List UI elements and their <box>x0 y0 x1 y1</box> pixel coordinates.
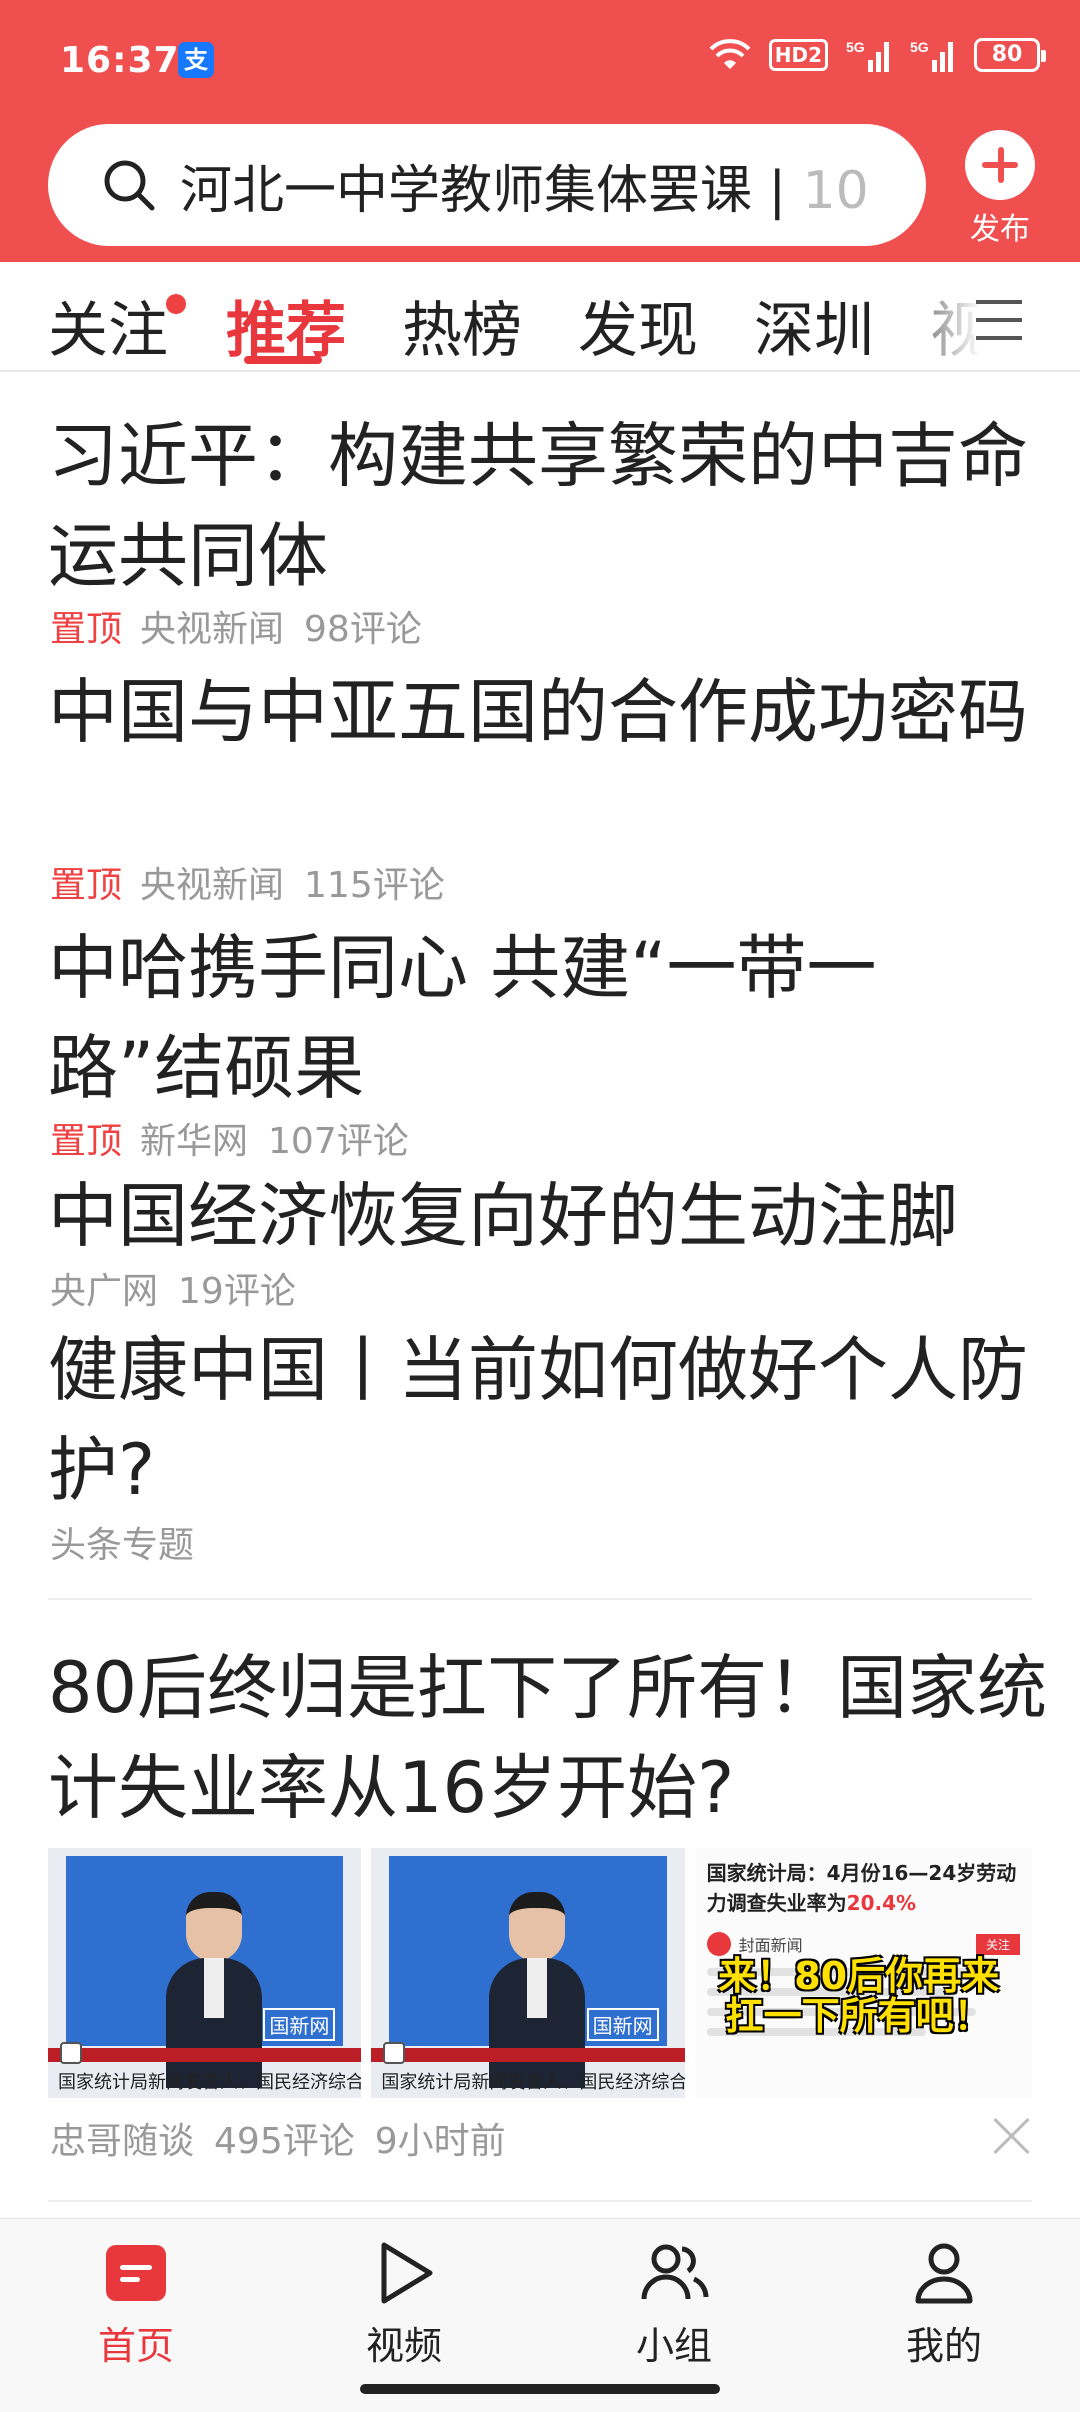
thumbnail-image-2: 国新网 国家统计局新闻发言人、国民经济综合统计司 <box>371 1848 685 2098</box>
tab-shenzhen[interactable]: 深圳 <box>754 282 874 369</box>
svg-text:5G: 5G <box>910 39 929 55</box>
nav-group[interactable]: 小组 <box>594 2237 754 2370</box>
status-time: 16:37 <box>60 40 180 81</box>
feed-comments: 19评论 <box>178 1271 296 1312</box>
nav-profile[interactable]: 我的 <box>864 2237 1024 2370</box>
feed-source: 央广网 <box>50 1271 159 1312</box>
feed-divider <box>48 1598 1032 1600</box>
feed-comments: 107评论 <box>268 1121 409 1162</box>
signal-5g-icon: 5G <box>846 39 889 72</box>
feed-comments: 115评论 <box>304 865 445 906</box>
press-logo: 国新网 <box>586 2008 659 2041</box>
copy-icon <box>383 2042 406 2064</box>
article-source: 忠哥随谈 <box>50 2121 195 2162</box>
thumbnail-image-3: 国家统计局：4月份16—24岁劳动力调查失业率为20.4% 封面新闻 关注 来！… <box>694 1848 1032 2098</box>
nav-group-label: 小组 <box>635 2324 712 2368</box>
battery-icon: 80 <box>974 38 1046 72</box>
plus-icon <box>965 130 1035 200</box>
feed-meta-1: 置顶 央视新闻 98评论 <box>50 600 442 652</box>
play-icon <box>368 2237 440 2309</box>
bottom-navigation: 首页 视频 小组 我的 <box>0 2218 1080 2412</box>
notification-dot <box>166 294 186 314</box>
feed-source: 央视新闻 <box>140 865 285 906</box>
alipay-icon: 支 <box>178 42 214 78</box>
feed-title-4[interactable]: 中国经济恢复向好的生动注脚 <box>48 1166 1048 1266</box>
doc-title: 国家统计局：4月份16—24岁劳动力调查失业率为20.4% <box>707 1858 1020 1918</box>
home-indicator[interactable] <box>360 2384 720 2394</box>
wifi-icon <box>709 39 751 69</box>
doc-source-name: 封面新闻 <box>738 1936 803 1955</box>
status-bar: 16:37 支 HD2 5G 5G 80 <box>0 0 1080 118</box>
article-comments: 495评论 <box>214 2121 355 2162</box>
channel-tabs: 关注 推荐 热榜 发现 深圳 视 <box>0 262 1080 372</box>
search-query: 河北一中学教师集体罢课 | 10 <box>180 148 869 223</box>
thumbnail-caption: 国家统计局新闻发言人、国民经济综合统计司 <box>58 2072 362 2093</box>
desk <box>371 2048 685 2062</box>
search-bar[interactable]: 河北一中学教师集体罢课 | 10 <box>48 124 926 246</box>
feed-meta-3: 置顶 新华网 107评论 <box>50 1112 429 1164</box>
tab-hot[interactable]: 热榜 <box>402 282 522 369</box>
feed-source: 头条专题 <box>50 1525 195 1566</box>
pinned-label: 置顶 <box>50 865 123 906</box>
active-tab-indicator <box>244 356 322 364</box>
svg-text:5G: 5G <box>846 39 865 55</box>
user-icon <box>908 2237 980 2309</box>
feed-source: 新华网 <box>140 1121 249 1162</box>
tab-discover[interactable]: 发现 <box>578 282 698 369</box>
publish-label: 发布 <box>970 212 1030 247</box>
search-query-text: 河北一中学教师集体罢课 | <box>180 160 803 221</box>
nav-home-label: 首页 <box>97 2324 174 2368</box>
press-logo: 国新网 <box>263 2008 336 2041</box>
feed-comments: 98评论 <box>304 609 422 650</box>
doc-title-highlight: 20.4% <box>846 1891 917 1915</box>
article-time: 9小时前 <box>374 2121 506 2162</box>
feed-title-3[interactable]: 中哈携手同心 共建“一带一路”结硕果 <box>48 918 1048 1118</box>
feed-meta-2: 置顶 央视新闻 115评论 <box>50 856 465 908</box>
pinned-label: 置顶 <box>50 1121 123 1162</box>
feed-title-1[interactable]: 习近平：构建共享繁荣的中吉命运共同体 <box>48 406 1048 606</box>
tab-follow[interactable]: 关注 <box>48 282 168 369</box>
doc-source: 封面新闻 关注 <box>706 1932 1020 1956</box>
nav-video[interactable]: 视频 <box>324 2237 484 2370</box>
source-logo-icon <box>706 1932 731 1956</box>
feed-divider <box>48 2200 1032 2202</box>
nav-home[interactable]: 首页 <box>56 2237 216 2370</box>
meme-overlay-text: 来！80后你再来扛一下所有吧！ <box>718 1954 1000 2038</box>
nav-profile-label: 我的 <box>905 2324 982 2368</box>
nav-video-label: 视频 <box>365 2324 442 2368</box>
thumbnail-caption: 国家统计局新闻发言人、国民经济综合统计司 <box>381 2072 685 2093</box>
hd-badge: HD2 <box>768 39 828 71</box>
feed-source: 央视新闻 <box>140 609 285 650</box>
feed-meta-5: 头条专题 <box>50 1516 214 1568</box>
publish-button[interactable]: 发布 <box>964 130 1036 248</box>
feed-title-2[interactable]: 中国与中亚五国的合作成功密码 <box>48 662 1048 762</box>
thumbnail-image-1: 国新网 国家统计局新闻发言人、国民经济综合统计司 <box>48 1848 362 2098</box>
dismiss-icon[interactable] <box>992 2116 1032 2156</box>
feed-title-5[interactable]: 健康中国丨当前如何做好个人防护? <box>48 1320 1048 1520</box>
article-title[interactable]: 80后终归是扛下了所有！国家统计失业率从16岁开始? <box>48 1638 1048 1838</box>
article-thumbnails[interactable]: 国新网 国家统计局新闻发言人、国民经济综合统计司 国新网 国家统计局新闻发言人、… <box>48 1848 1032 2098</box>
article-meta: 忠哥随谈 495评论 9小时前 <box>50 2112 526 2164</box>
search-query-overflow: 10 <box>802 160 869 221</box>
channel-menu-icon[interactable] <box>976 300 1022 340</box>
doc-follow-badge: 关注 <box>975 1933 1020 1955</box>
signal-5g-icon-2: 5G <box>910 39 953 72</box>
copy-icon <box>60 2042 82 2064</box>
pinned-label: 置顶 <box>50 609 123 650</box>
feed-meta-4: 央广网 19评论 <box>50 1262 316 1314</box>
group-icon <box>638 2237 710 2309</box>
desk <box>48 2048 362 2062</box>
home-icon <box>100 2237 172 2309</box>
top-header: 16:37 支 HD2 5G 5G 80 河北一中学教师集体罢课 | 10 发布 <box>0 0 1080 262</box>
search-icon <box>102 158 156 212</box>
system-icons: HD2 5G 5G 80 <box>709 38 1046 72</box>
